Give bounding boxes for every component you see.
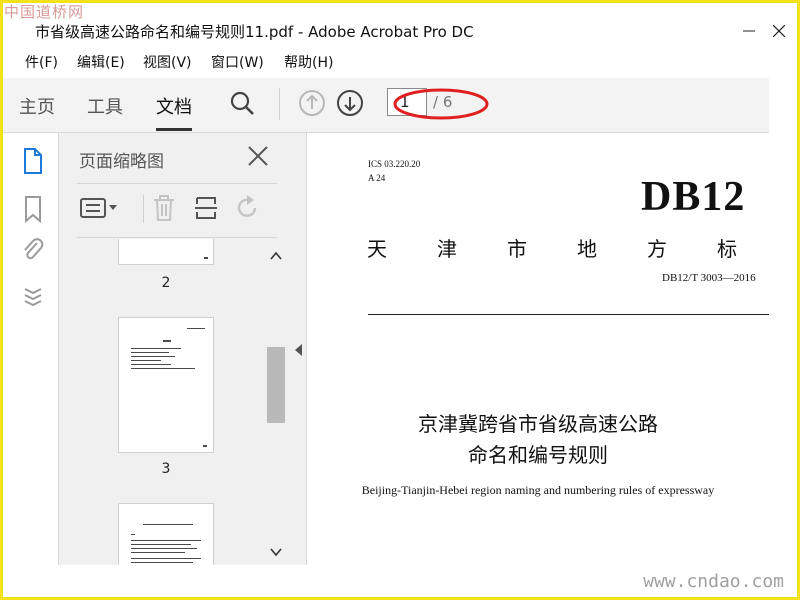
panel-title: 页面缩略图 — [79, 152, 164, 172]
tab-document[interactable]: 文档 — [156, 93, 192, 131]
page-thumbnail[interactable] — [118, 239, 214, 265]
thumbnail-scrollbar[interactable] — [265, 239, 287, 565]
ics-code: ICS 03.220.20 A 24 — [368, 157, 420, 185]
toolbar-separator — [279, 88, 280, 120]
standard-number: DB12/T 3003—2016 — [662, 272, 756, 284]
collapse-arrow-icon[interactable] — [294, 343, 304, 357]
standard-name: 天 津 市 地 方 标 准 — [367, 233, 769, 262]
window-title: 市省级高速公路命名和编号规则11.pdf - Adobe Acrobat Pro… — [35, 23, 474, 41]
title-bar: 市省级高速公路命名和编号规则11.pdf - Adobe Acrobat Pro… — [3, 18, 797, 44]
page-down-icon[interactable] — [335, 88, 365, 118]
chevron-up-icon[interactable] — [269, 249, 283, 263]
attachment-icon[interactable] — [21, 237, 45, 265]
thumbnail-label: 2 — [161, 275, 171, 291]
close-window-icon[interactable] — [767, 20, 791, 42]
delete-icon[interactable] — [147, 193, 181, 223]
doc-title-line1: 京津冀跨省市省级高速公路 — [418, 412, 658, 436]
page-thumbnail[interactable] — [118, 317, 214, 453]
menu-edit[interactable]: 编辑(E) — [77, 52, 125, 72]
menu-bar: 件(F) 编辑(E) 视图(V) 窗口(W) 帮助(H) — [3, 48, 797, 74]
ics-line: ICS 03.220.20 — [368, 159, 421, 169]
watermark-top: 中国道桥网 — [4, 3, 85, 21]
rotate-icon[interactable] — [231, 193, 265, 223]
annotation-ellipse — [393, 88, 489, 120]
class-line: A 24 — [368, 173, 386, 183]
top-toolbar: 主页 工具 文档 1 / 6 — [3, 78, 769, 133]
panel-collapse-handle[interactable] — [292, 133, 307, 565]
menu-help[interactable]: 帮助(H) — [284, 52, 333, 72]
watermark-bottom: www.cndao.com — [643, 571, 784, 592]
left-rail — [3, 133, 57, 565]
extract-icon[interactable] — [189, 193, 223, 223]
menu-window[interactable]: 窗口(W) — [211, 52, 264, 72]
panel-divider — [77, 237, 277, 238]
doc-title-english: Beijing-Tianjin-Hebei region naming and … — [361, 483, 715, 497]
page-thumbnail[interactable] — [118, 503, 214, 565]
tab-tools[interactable]: 工具 — [87, 93, 123, 119]
minimize-icon[interactable] — [737, 20, 761, 42]
standard-code: DB12 — [641, 174, 746, 220]
search-icon[interactable] — [227, 88, 257, 118]
standard-char: 方 — [647, 237, 667, 261]
layers-icon[interactable] — [21, 281, 45, 309]
standard-char: 天 — [367, 237, 387, 261]
thumbnail-label: 3 — [161, 461, 171, 477]
standard-char: 市 — [507, 237, 527, 261]
doc-title-line2: 命名和编号规则 — [468, 443, 608, 467]
thumbnail-panel: 页面缩略图 2 3 — [58, 133, 293, 565]
close-icon[interactable] — [245, 143, 271, 169]
menu-view[interactable]: 视图(V) — [143, 52, 192, 72]
standard-char: 津 — [437, 237, 457, 261]
options-icon[interactable] — [77, 193, 121, 223]
chevron-down-icon[interactable] — [269, 545, 283, 559]
menu-file[interactable]: 件(F) — [25, 52, 58, 72]
page-up-icon[interactable] — [297, 88, 327, 118]
standard-char: 地 — [577, 237, 597, 261]
scrollbar-thumb[interactable] — [267, 347, 285, 423]
panel-divider — [77, 183, 277, 184]
document-view: ICS 03.220.20 A 24 DB12 天 津 市 地 方 标 准 DB… — [307, 133, 769, 565]
horizontal-rule — [368, 314, 769, 315]
standard-char: 标 — [717, 237, 737, 261]
bookmark-icon[interactable] — [21, 195, 45, 224]
pages-icon[interactable] — [21, 147, 45, 175]
thumbnail-list: 2 3 — [59, 239, 265, 565]
tab-home[interactable]: 主页 — [19, 93, 55, 119]
tool-separator — [143, 195, 144, 223]
